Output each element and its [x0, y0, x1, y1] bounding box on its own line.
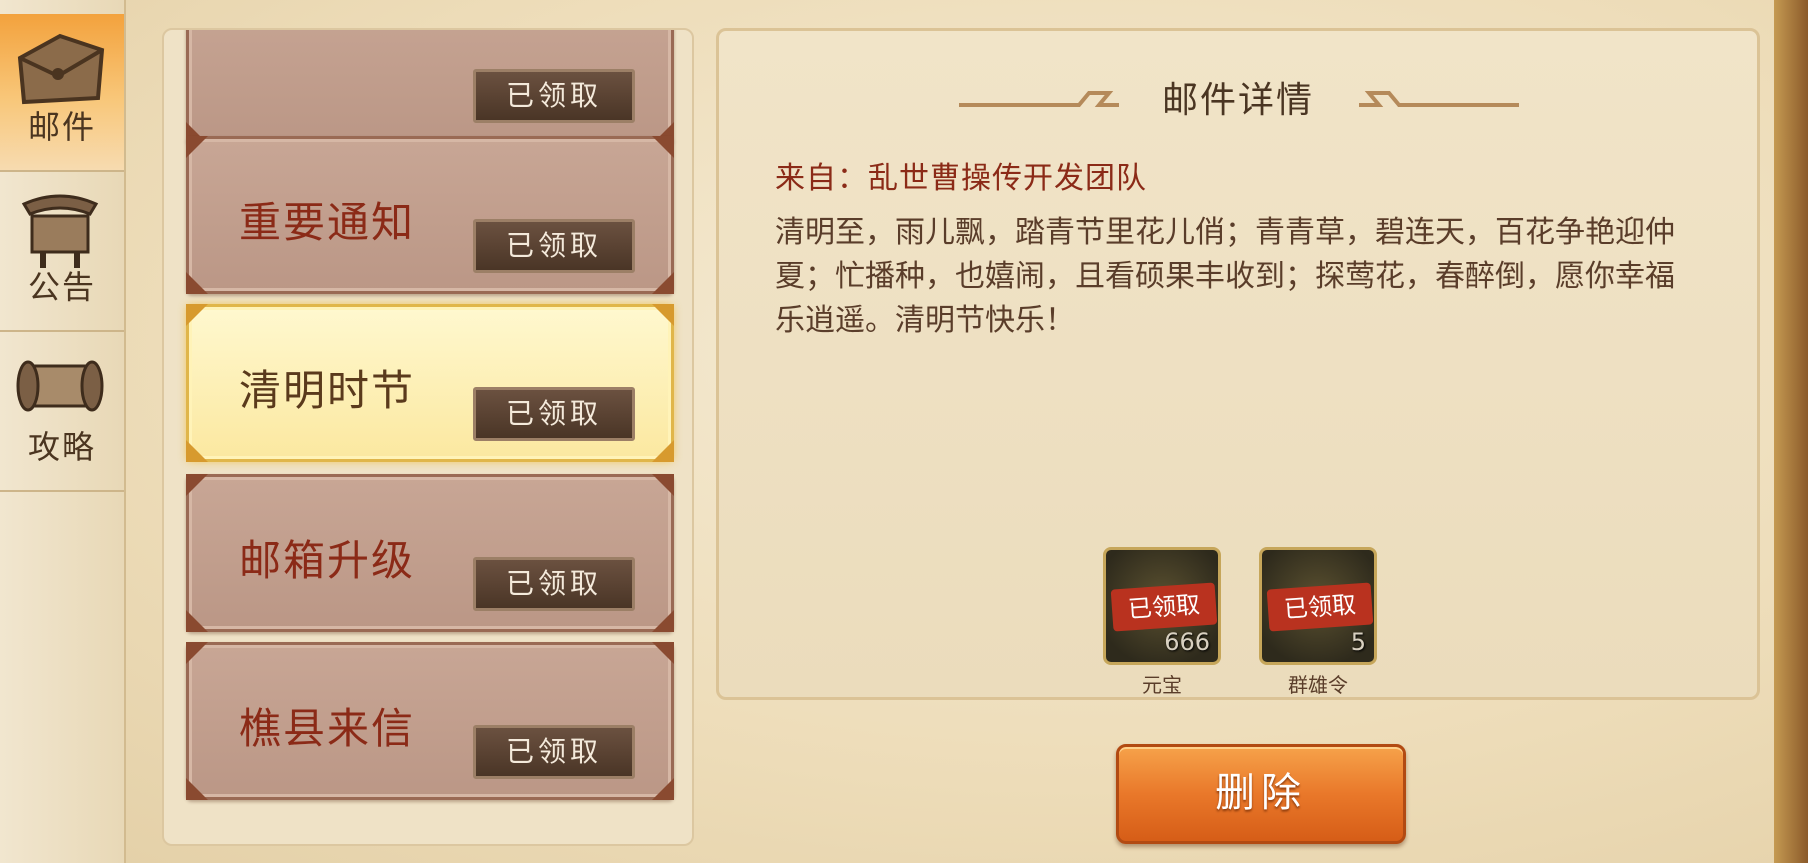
tab-mail[interactable]: 邮件 — [0, 14, 124, 172]
tab-guide[interactable]: 攻略 — [0, 334, 124, 492]
window-frame-edge — [1774, 0, 1808, 863]
reward-item[interactable]: 已领取 666 元宝 — [1103, 547, 1221, 698]
reward-name: 元宝 — [1142, 673, 1182, 697]
tab-rail: 邮件 公告 攻略 — [0, 0, 126, 863]
mail-body: 清明至，雨儿飘，踏青节里花儿俏；青青草，碧连天，百花争艳迎仲夏；忙播种，也嬉闹，… — [775, 215, 1675, 338]
mail-envelope-icon — [17, 33, 105, 105]
mail-title: 樵县来信 — [239, 704, 416, 753]
mail-list-item[interactable]: 樵县来信 已领取 — [186, 642, 674, 800]
mail-list-item[interactable]: 已领取 — [186, 30, 674, 144]
reward-item[interactable]: 已领取 5 群雄令 — [1259, 547, 1377, 698]
claimed-badge: 已领取 — [473, 557, 635, 611]
reward-claimed-stamp: 已领取 — [1266, 582, 1374, 632]
mail-title: 清明时节 — [239, 366, 416, 415]
mail-list-item-selected[interactable]: 清明时节 已领取 — [186, 304, 674, 462]
mail-title: 重要通知 — [239, 198, 416, 247]
tab-notice[interactable]: 公告 — [0, 174, 124, 332]
claimed-badge: 已领取 — [473, 387, 635, 441]
reward-claimed-stamp: 已领取 — [1110, 582, 1218, 632]
reward-quantity: 666 — [1164, 628, 1210, 656]
mail-list-item[interactable]: 邮箱升级 已领取 — [186, 474, 674, 632]
mail-detail-panel: 邮件详情 来自：乱世曹操传开发团队 清明至，雨儿飘，踏青节里花儿俏；青青草，碧连… — [716, 28, 1760, 700]
title-ornament-right-icon — [1359, 91, 1519, 107]
mail-sender: 来自：乱世曹操传开发团队 — [775, 161, 1147, 196]
claimed-badge: 已领取 — [473, 725, 635, 779]
reward-quantity: 5 — [1350, 628, 1366, 656]
claimed-badge: 已领取 — [473, 69, 635, 123]
claimed-badge: 已领取 — [473, 219, 635, 273]
mail-title: 邮箱升级 — [239, 536, 416, 585]
delete-button[interactable]: 删除 — [1116, 744, 1406, 844]
notice-board-icon — [21, 194, 99, 268]
reward-name: 群雄令 — [1288, 673, 1348, 697]
hero-token-icon: 已领取 5 — [1259, 547, 1377, 665]
scroll-icon — [16, 360, 104, 412]
mail-list-panel[interactable]: 已领取 重要通知 已领取 清明时节 已领取 邮箱升级 已领取 樵县来信 已领取 — [162, 28, 694, 846]
mail-list-item[interactable]: 重要通知 已领取 — [186, 136, 674, 294]
gold-ingot-icon: 已领取 666 — [1103, 547, 1221, 665]
detail-title: 邮件详情 — [1161, 80, 1314, 121]
